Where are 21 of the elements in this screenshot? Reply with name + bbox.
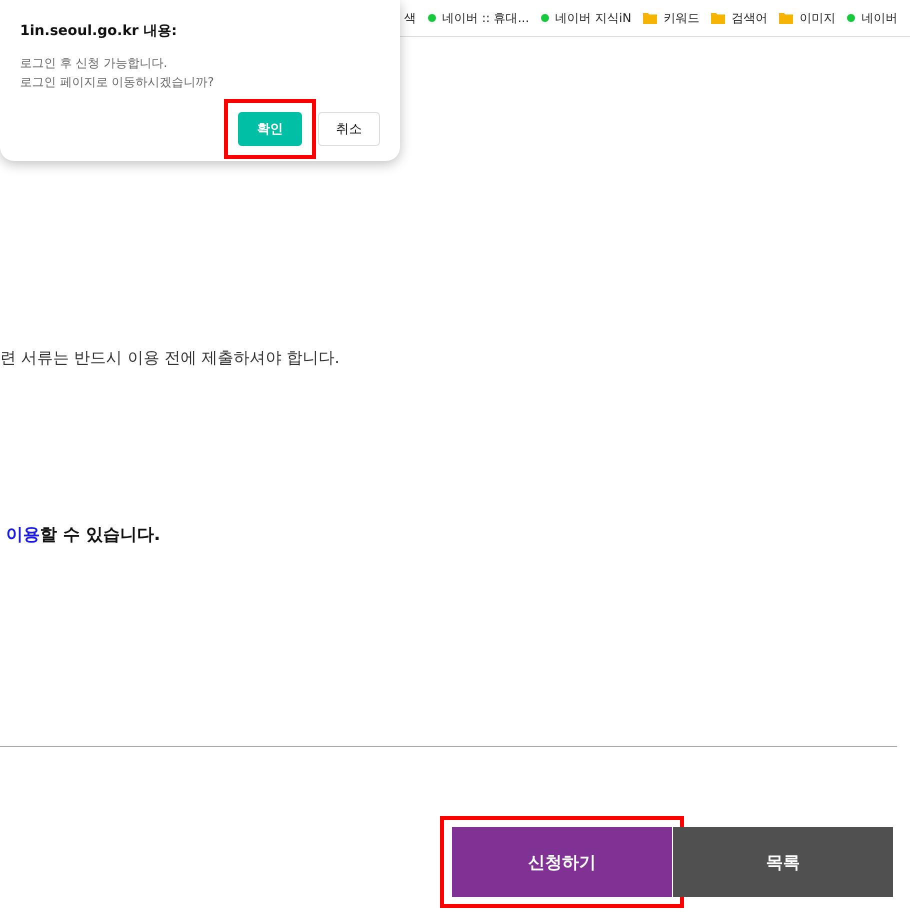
list-button[interactable]: 목록 <box>673 827 893 897</box>
dialog-message: 로그인 페이지로 이동하시겠습니까? <box>20 74 215 91</box>
apply-button[interactable]: 신청하기 <box>452 827 672 897</box>
dialog-message: 로그인 후 신청 가능합니다. <box>20 55 168 72</box>
bookmark-link[interactable]: 네이버 :: 휴대... <box>442 10 530 26</box>
folder-icon <box>779 12 794 24</box>
bookmark-link[interactable]: 네이버 <box>861 10 898 26</box>
bookmark-link[interactable]: 색 <box>404 10 416 26</box>
dialog-title: 1in.seoul.go.kr 내용: <box>20 22 178 40</box>
site-dot-icon <box>847 14 856 22</box>
folder-icon <box>711 12 726 24</box>
bookmark-link[interactable]: 검색어 <box>731 10 768 26</box>
usage-text: 이용할 수 있습니다. <box>5 524 162 546</box>
notice-text: 련 서류는 반드시 이용 전에 제출하셔야 합니다. <box>0 348 341 369</box>
bookmark-link[interactable]: 키워드 <box>663 10 700 26</box>
cancel-button[interactable]: 취소 <box>318 112 380 146</box>
site-dot-icon <box>428 14 436 22</box>
bookmark-link[interactable]: 네이버 지식iN <box>555 10 632 26</box>
folder-icon <box>643 12 658 24</box>
site-dot-icon <box>541 14 550 22</box>
bookmark-link[interactable]: 이미지 <box>799 10 836 26</box>
